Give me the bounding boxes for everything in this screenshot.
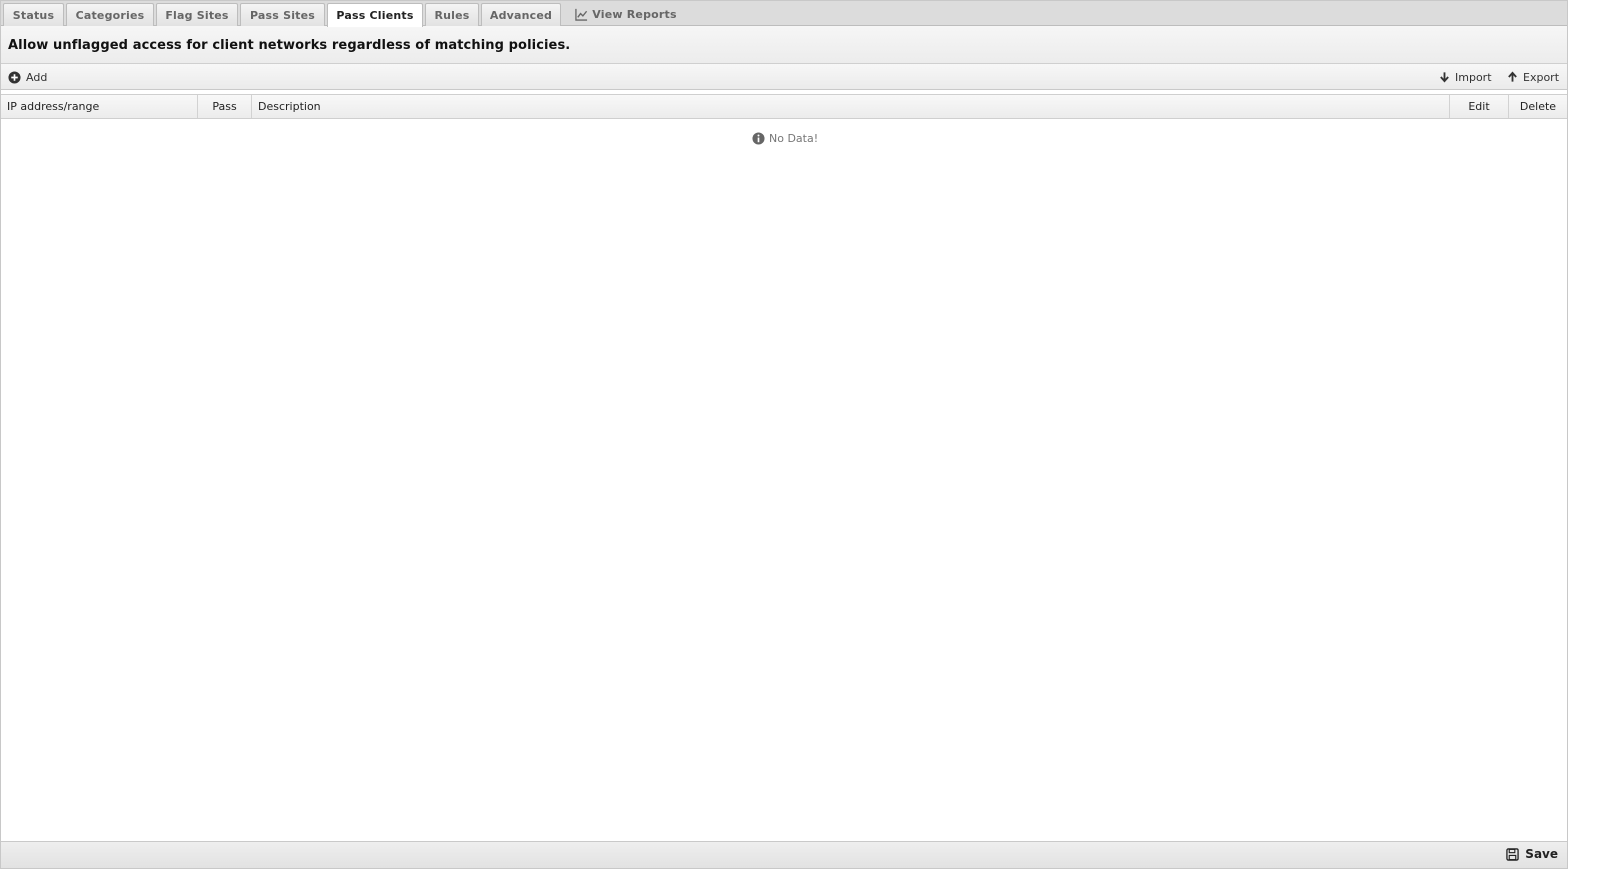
grid-header: IP address/range Pass Description Edit D… — [1, 94, 1567, 119]
tab-pass-clients[interactable]: Pass Clients — [327, 3, 423, 27]
column-description[interactable]: Description — [252, 95, 1450, 118]
import-button[interactable]: Import — [1439, 64, 1492, 90]
tab-bar: Status Categories Flag Sites Pass Sites … — [1, 1, 1567, 27]
panel-description: Allow unflagged access for client networ… — [1, 26, 1567, 64]
add-button[interactable]: Add — [8, 64, 47, 90]
empty-message: No Data! — [752, 132, 818, 145]
column-delete[interactable]: Delete — [1509, 95, 1567, 118]
save-button[interactable]: Save — [1506, 847, 1558, 861]
add-button-label: Add — [26, 70, 48, 84]
info-circle-icon — [752, 132, 765, 145]
import-button-label: Import — [1455, 70, 1492, 84]
tab-view-reports[interactable]: View Reports — [567, 3, 685, 26]
tab-status[interactable]: Status — [3, 3, 64, 26]
export-button-label: Export — [1523, 70, 1560, 84]
tab-rules[interactable]: Rules — [425, 3, 479, 26]
arrow-up-icon — [1508, 71, 1517, 82]
description-text: Allow unflagged access for client networ… — [8, 38, 571, 53]
column-pass[interactable]: Pass — [198, 95, 252, 118]
grid-body: No Data! — [1, 119, 1567, 841]
column-edit[interactable]: Edit — [1450, 95, 1509, 118]
pass-clients-panel: Status Categories Flag Sites Pass Sites … — [0, 0, 1568, 869]
chart-line-icon — [575, 8, 588, 21]
export-button[interactable]: Export — [1507, 64, 1559, 90]
arrow-down-icon — [1440, 72, 1449, 83]
tab-flag-sites[interactable]: Flag Sites — [156, 3, 238, 26]
tab-view-reports-label: View Reports — [592, 8, 677, 21]
tab-categories[interactable]: Categories — [66, 3, 154, 26]
plus-circle-icon — [8, 70, 21, 84]
grid-toolbar: Add Import Export — [1, 64, 1567, 90]
floppy-disk-icon — [1506, 847, 1520, 861]
tab-pass-sites[interactable]: Pass Sites — [240, 3, 325, 26]
save-button-label: Save — [1525, 847, 1558, 861]
panel-footer: Save — [1, 841, 1567, 868]
tab-advanced[interactable]: Advanced — [481, 3, 561, 26]
empty-message-text: No Data! — [769, 132, 819, 145]
column-ip-address-range[interactable]: IP address/range — [1, 95, 198, 118]
